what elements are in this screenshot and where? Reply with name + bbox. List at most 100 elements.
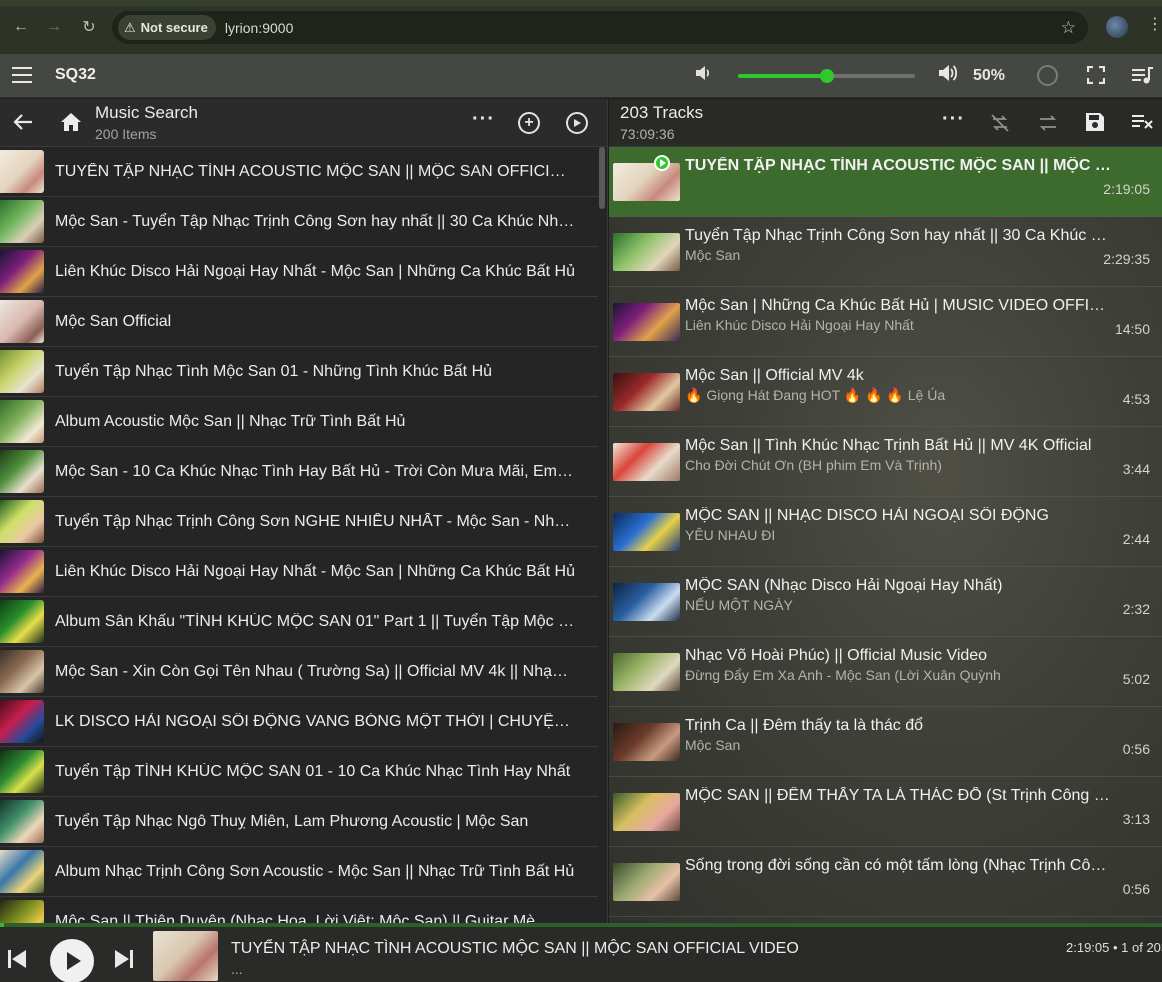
track-thumbnail [613,163,680,201]
search-result-row[interactable]: Album Acoustic Mộc San || Nhạc Trữ Tình … [0,397,598,447]
browser-reload-icon[interactable]: ↻ [77,15,101,39]
thumbnail [0,800,44,843]
security-chip-label: Not secure [140,20,208,35]
search-result-row[interactable]: TUYỂN TẬP NHẠC TÌNH ACOUSTIC MỘC SAN || … [0,147,598,197]
repeat-icon[interactable] [989,112,1011,139]
search-result-label: Liên Khúc Disco Hải Ngoại Hay Nhất - Mộc… [55,563,575,580]
track-thumbnail [613,373,680,411]
more-icon[interactable]: ··· [472,108,495,131]
save-icon[interactable] [1085,112,1105,137]
profile-avatar[interactable] [1106,16,1128,38]
track-thumbnail [613,443,680,481]
add-icon[interactable]: + [518,112,540,134]
track-title: Trịnh Ca || Đêm thấy ta là thác đổ [685,717,924,734]
thumbnail [0,200,44,243]
search-result-label: Album Acoustic Mộc San || Nhạc Trữ Tình … [55,413,406,430]
shuffle-icon[interactable] [1037,112,1059,139]
scrollbar[interactable] [599,147,605,209]
sleep-timer-icon[interactable] [1037,65,1058,86]
track-duration: 14:50 [1114,321,1150,337]
search-result-row[interactable]: Tuyển Tập TÌNH KHÚC MỘC SAN 01 - 10 Ca K… [0,747,598,797]
queue-row[interactable]: Sống trong đời sống cần có một tấm lòng … [609,847,1162,917]
search-result-row[interactable]: Album Sân Khấu "TÌNH KHÚC MỘC SAN 01" Pa… [0,597,598,647]
queue-row[interactable]: MỘC SAN || NHẠC DISCO HẢI NGOẠI SÔI ĐỘNG… [609,497,1162,567]
queue-row[interactable]: Tuyển Tập Nhạc Trịnh Công Sơn hay nhất |… [609,217,1162,287]
volume-up-icon[interactable] [938,63,960,89]
search-result-row[interactable]: Liên Khúc Disco Hải Ngoại Hay Nhất - Mộc… [0,247,598,297]
track-title: MỘC SAN || NHẠC DISCO HẢI NGOẠI SÔI ĐỘNG [685,507,1049,524]
previous-icon[interactable] [6,948,28,970]
queue-icon[interactable] [1132,66,1154,86]
track-duration: 2:32 [1122,601,1150,617]
search-result-row[interactable]: Mộc San Official [0,297,598,347]
search-result-row[interactable]: LK DISCO HẢI NGOẠI SÔI ĐỘNG VANG BÓNG MỘ… [0,697,598,747]
search-result-row[interactable]: Tuyển Tập Nhạc Trịnh Công Sơn NGHE NHIỀU… [0,497,598,547]
track-thumbnail [613,513,680,551]
track-thumbnail [613,583,680,621]
search-result-row[interactable]: Mộc San - 10 Ca Khúc Nhạc Tình Hay Bất H… [0,447,598,497]
thumbnail [0,900,44,923]
queue-row[interactable]: Trịnh Ca || Đêm thấy ta là thác đổ Mộc Sa… [609,707,1162,777]
track-progress-bar[interactable] [0,923,1162,927]
thumbnail [0,150,44,193]
search-result-row[interactable]: Tuyển Tập Nhạc Tình Mộc San 01 - Những T… [0,347,598,397]
bookmark-star-icon[interactable]: ☆ [1061,18,1076,38]
url-text[interactable]: lyrion:9000 [225,20,294,36]
browser-menu-icon[interactable]: ⋮ [1147,14,1162,34]
queue-row[interactable]: Mộc San || Tình Khúc Nhạc Trịnh Bất Hủ |… [609,427,1162,497]
player-name[interactable]: SQ32 [55,66,96,84]
thumbnail [0,650,44,693]
play-icon[interactable] [566,112,588,134]
volume-percent: 50% [973,67,1006,84]
now-playing-cover[interactable] [153,931,218,981]
more-icon[interactable]: ··· [942,108,965,131]
browser-back-icon[interactable]: ← [9,15,33,39]
search-result-row[interactable]: Album Nhạc Trịnh Công Sơn Acoustic - Mộc… [0,847,598,897]
queue-row-current[interactable]: TUYỂN TẬP NHẠC TÌNH ACOUSTIC MỘC SAN || … [609,147,1162,217]
fullscreen-icon[interactable] [1086,65,1106,85]
play-button[interactable] [50,939,94,982]
browser-bar: ← → ↻ ⚠ Not secure lyrion:9000 ☆ ⋮ [0,0,1162,54]
back-icon[interactable] [12,111,34,139]
volume-slider-fill [738,74,827,78]
now-playing-indicator-icon [654,155,670,171]
search-result-row[interactable]: Liên Khúc Disco Hải Ngoại Hay Nhất - Mộc… [0,547,598,597]
home-icon[interactable] [60,111,82,133]
tab-strip [0,0,1162,6]
address-bar[interactable]: ⚠ Not secure lyrion:9000 ☆ [112,11,1088,44]
thumbnail [0,250,44,293]
search-result-row[interactable]: Mộc San || Thiên Duyên (Nhạc Hoa, Lời Vi… [0,897,598,923]
thumbnail [0,600,44,643]
queue-row[interactable]: MỘC SAN (Nhạc Disco Hải Ngoại Hay Nhất) N… [609,567,1162,637]
now-playing-title[interactable]: TUYỂN TẬP NHẠC TÌNH ACOUSTIC MỘC SAN || … [231,940,799,958]
search-result-row[interactable]: Mộc San - Xin Còn Gọi Tên Nhau ( Trường … [0,647,598,697]
thumbnail [0,450,44,493]
queue-row[interactable]: MỘC SAN || ĐÊM THẤY TA LÀ THÁC ĐỔ (St Tr… [609,777,1162,847]
queue-row[interactable]: Nhạc Võ Hoài Phúc) || Official Music Vid… [609,637,1162,707]
browse-panel: Music Search 200 Items ··· + TUYỂN TẬP N… [0,99,608,923]
track-thumbnail [613,723,680,761]
next-icon[interactable] [113,948,135,970]
menu-icon[interactable] [12,67,32,83]
search-result-row[interactable]: Tuyển Tập Nhạc Ngô Thuỵ Miên, Lam Phương… [0,797,598,847]
track-duration: 0:56 [1122,741,1150,757]
track-artist: Đừng Đẩy Em Xa Anh - Mộc San (Lời Xuân Q… [685,667,1001,683]
search-result-label: Tuyển Tập TÌNH KHÚC MỘC SAN 01 - 10 Ca K… [55,763,571,780]
volume-down-icon[interactable] [695,64,711,87]
thumbnail [0,400,44,443]
clear-queue-icon[interactable] [1132,113,1154,136]
queue-row[interactable]: Mộc San | Những Ca Khúc Bất Hủ | MUSIC V… [609,287,1162,357]
track-title: MỘC SAN || ĐÊM THẤY TA LÀ THÁC ĐỔ (St Tr… [685,787,1115,804]
browser-forward-icon[interactable]: → [42,15,66,39]
volume-slider-handle[interactable] [819,69,834,83]
queue-toolbar: 203 Tracks 73:09:36 ··· [609,99,1162,147]
queue-total-duration: 73:09:36 [620,126,675,142]
security-chip[interactable]: ⚠ Not secure [118,15,216,40]
queue-row[interactable]: Mộc San || Official MV 4k 🔥 Giọng Hát Đan… [609,357,1162,427]
volume-slider[interactable] [738,69,915,83]
track-duration: 2:44 [1122,531,1150,547]
track-duration: 3:44 [1122,461,1150,477]
track-duration: 4:53 [1122,391,1150,407]
track-title: Mộc San || Tình Khúc Nhạc Trịnh Bất Hủ |… [685,437,1092,454]
search-result-row[interactable]: Mộc San - Tuyển Tập Nhạc Trịnh Công Sơn … [0,197,598,247]
